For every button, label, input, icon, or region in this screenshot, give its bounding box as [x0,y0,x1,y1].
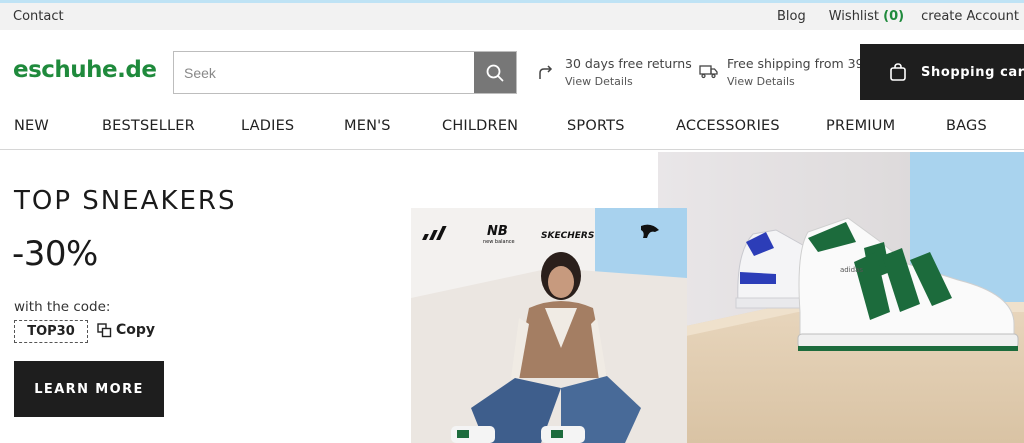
site-logo[interactable]: eschuhe.de [13,57,157,83]
perk-returns-details-link[interactable]: View Details [565,75,692,88]
svg-text:NB: NB [487,224,508,239]
truck-icon [699,64,718,82]
logo-main: eschuhe [13,57,118,83]
skechers-logo: SKECHERS [541,231,594,241]
nav-item-mens[interactable]: MEN'S [344,118,391,134]
logo-tld: .de [117,57,157,83]
search-icon [486,64,504,81]
create-account-link[interactable]: create Account [921,9,1019,24]
perk-free-returns: 30 days free returns View Details [539,56,692,88]
top-utility-bar: Contact Blog Wishlist (0) create Account [0,0,1024,30]
shopping-cart-button[interactable]: Shopping cart [860,44,1024,100]
wishlist-count: (0) [883,9,905,24]
search-bar [173,51,517,94]
wishlist-link[interactable]: Wishlist (0) [829,9,904,24]
wishlist-label: Wishlist [828,9,880,24]
perk-returns-title: 30 days free returns [565,56,692,71]
nav-item-bags[interactable]: BAGS [946,118,987,134]
perk-free-shipping: Free shipping from 39€ View Details [699,56,872,88]
copy-code-button[interactable]: Copy [97,322,155,338]
perk-shipping-details-link[interactable]: View Details [727,75,872,88]
promo-code: TOP30 [14,320,88,343]
contact-link[interactable]: Contact [13,9,64,24]
promo-code-label: with the code: [14,299,111,315]
svg-text:adidas: adidas [840,266,863,274]
shopping-bag-icon [889,63,907,81]
nav-item-ladies[interactable]: LADIES [241,118,294,134]
search-input[interactable] [174,52,474,93]
copy-label: Copy [116,322,156,338]
hero-brands-model-image[interactable]: NB new balance SKECHERS [411,208,687,443]
hero-title: TOP SNEAKERS [14,186,237,216]
learn-more-button[interactable]: LEARN MORE [14,361,164,417]
blog-link[interactable]: Blog [777,9,806,24]
nav-item-premium[interactable]: PREMIUM [826,118,895,134]
topbar-right-links: Blog Wishlist (0) create Account [777,9,1019,24]
return-arrow-icon [537,64,554,84]
hero-discount: -30% [12,234,98,274]
copy-icon [97,322,112,337]
nav-item-bestseller[interactable]: BESTSELLER [102,118,195,134]
hero-sneakers-image[interactable]: adidas [658,152,1024,443]
search-button[interactable] [474,52,516,93]
perk-shipping-title: Free shipping from 39€ [727,56,872,71]
nav-item-sports[interactable]: SPORTS [567,118,625,134]
nav-item-new[interactable]: NEW [14,118,49,134]
svg-text:new balance: new balance [483,239,515,245]
main-navigation: NEW BESTSELLER LADIES MEN'S CHILDREN SPO… [0,112,1024,150]
shopping-cart-label: Shopping cart [921,64,1024,80]
nav-item-children[interactable]: CHILDREN [442,118,518,134]
nav-item-accessories[interactable]: ACCESSORIES [676,118,780,134]
